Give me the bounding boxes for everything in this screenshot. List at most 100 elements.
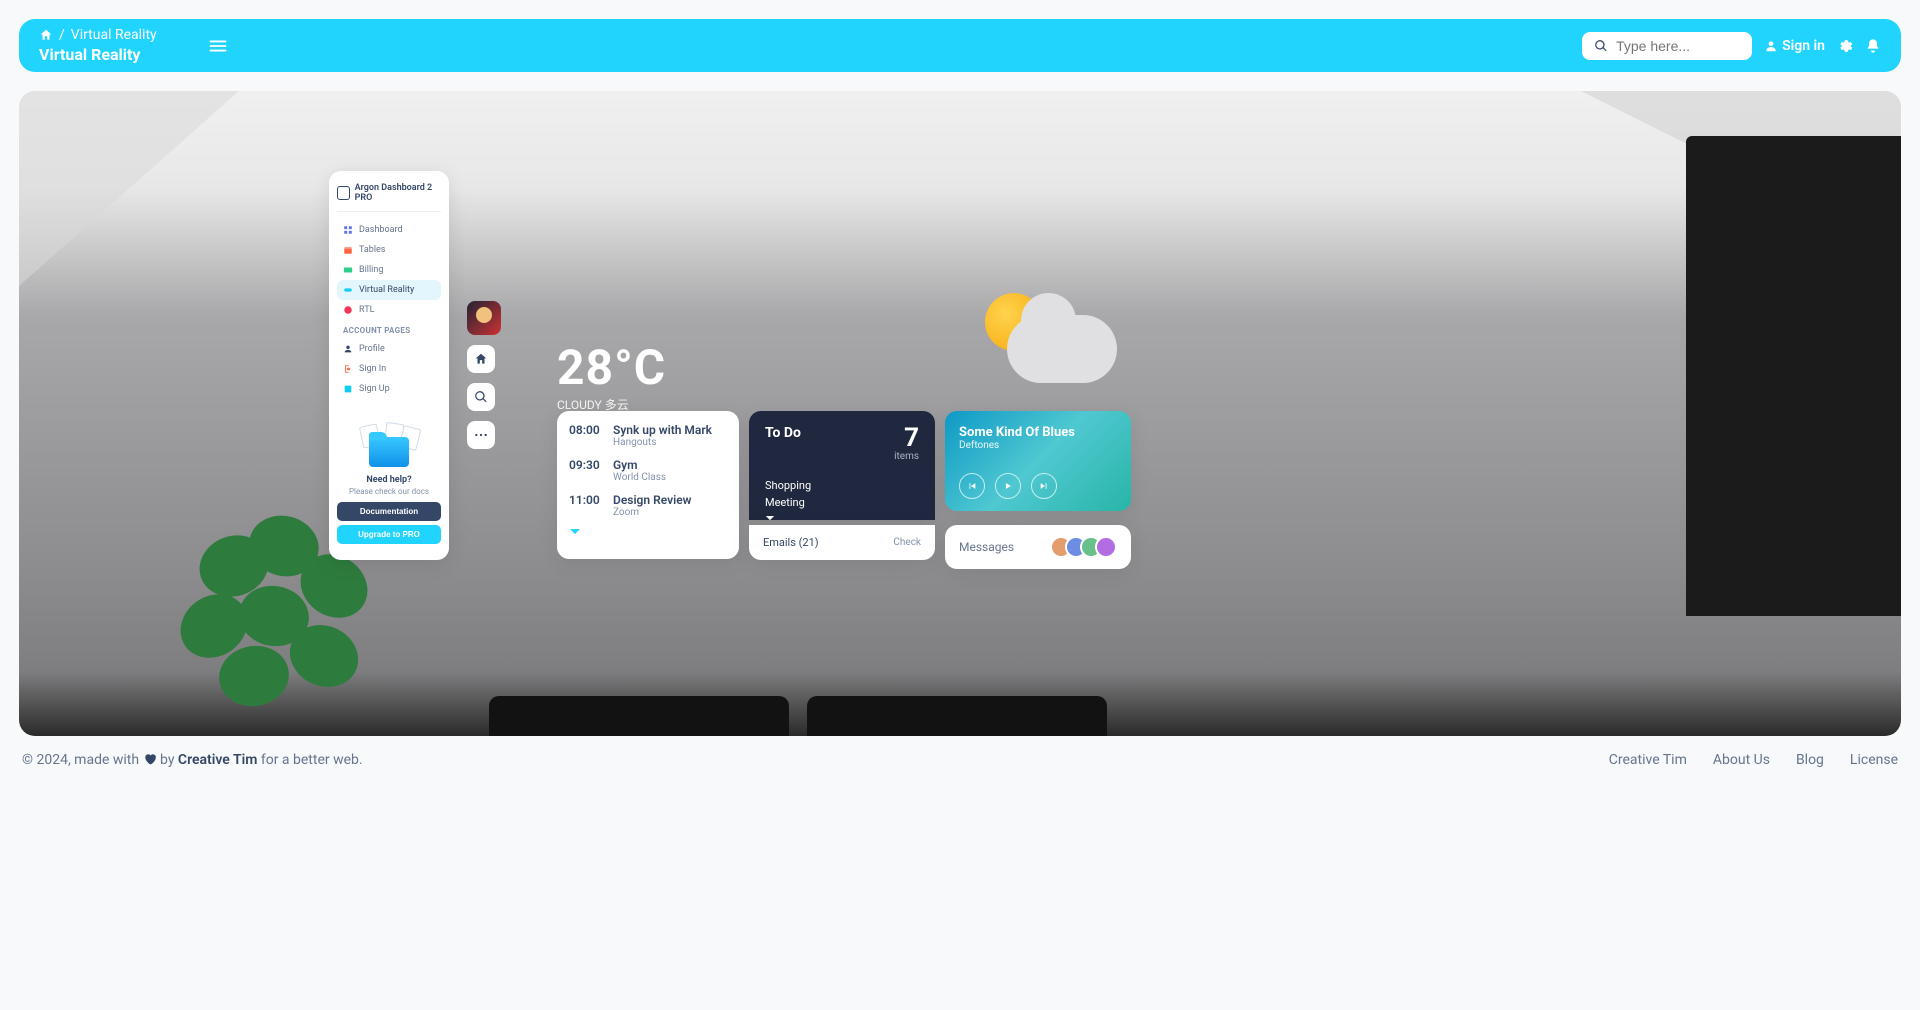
sidebar-item-billing[interactable]: Billing: [337, 260, 441, 280]
todo-card: To Do 7 items Shopping Meeting: [749, 411, 935, 520]
todo-title: To Do: [765, 425, 801, 462]
search-box[interactable]: [1582, 32, 1752, 60]
messages-card[interactable]: Messages: [945, 525, 1131, 569]
vr-icon: [343, 285, 353, 295]
schedule-sub: World Class: [613, 472, 666, 483]
schedule-time: 09:30: [569, 458, 603, 483]
brand-label: Argon Dashboard 2 PRO: [355, 183, 441, 203]
messages-label: Messages: [959, 540, 1014, 554]
bell-icon[interactable]: [1865, 38, 1881, 54]
brand-icon: [337, 186, 350, 200]
sidebar-item-label: Billing: [359, 265, 383, 275]
footer-link[interactable]: Blog: [1796, 752, 1824, 768]
menu-toggle-icon[interactable]: [207, 35, 229, 57]
breadcrumb-current[interactable]: Virtual Reality: [71, 27, 157, 43]
footer-link[interactable]: About Us: [1713, 752, 1770, 768]
next-track-button[interactable]: [1031, 473, 1057, 499]
schedule-row[interactable]: 09:30 Gym World Class: [569, 458, 727, 483]
schedule-card: 08:00 Synk up with Mark Hangouts 09:30 G…: [557, 411, 739, 559]
home-icon[interactable]: [39, 28, 53, 42]
navbar-right: Sign in: [1582, 32, 1881, 60]
heart-icon: [143, 752, 160, 768]
docs-title: Need help?: [337, 475, 441, 485]
user-icon: [1764, 39, 1778, 53]
sidebar-item-signup[interactable]: Sign Up: [337, 379, 441, 399]
sidebar-item-profile[interactable]: Profile: [337, 339, 441, 359]
footer: © 2024, made with by Creative Tim for a …: [0, 736, 1920, 784]
schedule-expand-icon[interactable]: [569, 528, 727, 536]
breadcrumb: / Virtual Reality: [39, 27, 157, 43]
weather-text: 28°C CLOUDY 多云: [557, 339, 666, 413]
section-label: ACCOUNT PAGES: [337, 320, 441, 339]
sidebar-item-label: Dashboard: [359, 225, 403, 235]
schedule-sub: Hangouts: [613, 437, 712, 448]
schedule-row[interactable]: 08:00 Synk up with Mark Hangouts: [569, 423, 727, 448]
todo-count: 7: [894, 425, 919, 451]
card-icon: [343, 265, 353, 275]
navbar-left: / Virtual Reality Virtual Reality: [39, 27, 157, 64]
sidebar-item-label: Profile: [359, 344, 385, 354]
calendar-icon: [343, 245, 353, 255]
music-card: Some Kind Of Blues Deftones: [945, 411, 1131, 511]
sidebar-item-label: Tables: [359, 245, 385, 255]
todo-expand-icon[interactable]: [765, 515, 919, 522]
schedule-time: 11:00: [569, 493, 603, 518]
avatar[interactable]: [467, 301, 501, 335]
schedule-row[interactable]: 11:00 Design Review Zoom: [569, 493, 727, 518]
more-button[interactable]: [467, 421, 495, 449]
weather-temp: 28°C: [557, 339, 666, 396]
gear-icon[interactable]: [1837, 38, 1853, 54]
search-icon: [1594, 39, 1608, 53]
cloud-icon: [1007, 315, 1117, 383]
profile-icon: [343, 344, 353, 354]
schedule-title: Synk up with Mark: [613, 423, 712, 437]
wall-left: [19, 91, 239, 286]
docs-illustration: [359, 427, 419, 469]
search-button[interactable]: [467, 383, 495, 411]
weather-icon: [979, 291, 1129, 391]
sign-in-link[interactable]: Sign in: [1764, 38, 1825, 54]
footer-link[interactable]: Creative Tim: [1609, 752, 1687, 768]
music-artist: Deftones: [959, 440, 1117, 451]
footer-link[interactable]: License: [1850, 752, 1898, 768]
prev-track-button[interactable]: [959, 473, 985, 499]
emails-label: Emails (21): [763, 536, 819, 549]
music-title: Some Kind Of Blues: [959, 425, 1117, 440]
sidebar-item-label: Sign In: [359, 364, 386, 374]
docs-sub: Please check our docs: [337, 487, 441, 496]
message-avatars: [1057, 536, 1117, 558]
todo-items-label: items: [894, 451, 919, 462]
emails-check-link[interactable]: Check: [893, 537, 921, 548]
sidebar-item-tables[interactable]: Tables: [337, 240, 441, 260]
dashboard-icon: [343, 225, 353, 235]
sidebar-item-signin[interactable]: Sign In: [337, 359, 441, 379]
footer-copyright: © 2024, made with by Creative Tim for a …: [22, 752, 363, 768]
footer-links: Creative Tim About Us Blog License: [1609, 752, 1898, 768]
rtl-icon: [343, 305, 353, 315]
home-button[interactable]: [467, 345, 495, 373]
play-button[interactable]: [995, 473, 1021, 499]
sidebar-item-virtual-reality[interactable]: Virtual Reality: [337, 280, 441, 300]
emails-card[interactable]: Emails (21) Check: [749, 525, 935, 560]
search-input[interactable]: [1616, 38, 1740, 54]
sidebar-item-label: RTL: [359, 305, 374, 315]
signin-icon: [343, 364, 353, 374]
avatar-icon: [1095, 536, 1117, 558]
navbar: / Virtual Reality Virtual Reality Sign i…: [19, 19, 1901, 72]
schedule-time: 08:00: [569, 423, 603, 448]
chair: [489, 696, 789, 736]
tv-screen: [1686, 136, 1901, 616]
upgrade-button[interactable]: Upgrade to PRO: [337, 525, 441, 544]
sidebar-item-rtl[interactable]: RTL: [337, 300, 441, 320]
vr-quick-column: [467, 301, 501, 449]
breadcrumb-sep: /: [59, 27, 65, 43]
documentation-button[interactable]: Documentation: [337, 502, 441, 521]
brand[interactable]: Argon Dashboard 2 PRO: [337, 183, 441, 203]
todo-list: Shopping Meeting: [765, 478, 919, 511]
chair: [807, 696, 1107, 736]
signup-icon: [343, 384, 353, 394]
todo-item: Shopping: [765, 478, 919, 495]
page-title: Virtual Reality: [39, 45, 157, 64]
footer-author-link[interactable]: Creative Tim: [178, 752, 257, 768]
sidebar-item-dashboard[interactable]: Dashboard: [337, 220, 441, 240]
